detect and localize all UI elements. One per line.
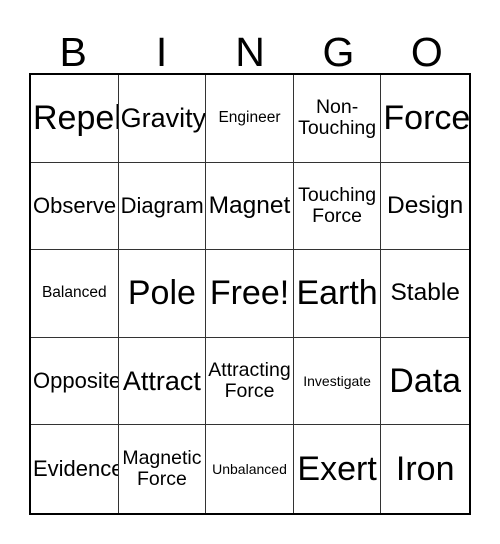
header-letter-o: O bbox=[410, 29, 443, 75]
bingo-cell-label: Diagram bbox=[120, 193, 204, 219]
bingo-cell-label: Iron bbox=[395, 449, 455, 488]
bingo-header-row: B I N G O bbox=[29, 18, 471, 73]
bingo-cell-r2-c3[interactable]: Magnet bbox=[206, 162, 294, 251]
bingo-cell-r4-c3[interactable]: Attracting Force bbox=[206, 337, 294, 426]
bingo-cell-label: Evidence bbox=[33, 456, 119, 482]
bingo-cell-r2-c1[interactable]: Observe bbox=[31, 162, 119, 251]
bingo-cell-r2-c4[interactable]: Touching Force bbox=[293, 162, 382, 251]
bingo-cell-label: Magnet bbox=[208, 191, 291, 219]
bingo-cell-label: Gravity bbox=[120, 102, 207, 133]
bingo-cell-label: Observe bbox=[33, 193, 117, 219]
bingo-cell-r5-c2[interactable]: Magnetic Force bbox=[118, 425, 207, 513]
bingo-grid: Repel Gravity Engineer Non- Touching Force Ob… bbox=[29, 73, 471, 515]
bingo-cell-r5-c5[interactable]: Iron bbox=[381, 425, 469, 513]
bingo-cell-label: Non- Touching bbox=[298, 96, 377, 140]
header-letter-n: N bbox=[235, 29, 265, 75]
bingo-cell-label: Attracting Force bbox=[208, 359, 291, 403]
bingo-cell-label: Data bbox=[389, 361, 462, 400]
bingo-cell-r1-c1[interactable]: Repel bbox=[31, 75, 119, 163]
header-letter-b: B bbox=[59, 29, 87, 75]
bingo-cell-r4-c5[interactable]: Data bbox=[381, 337, 469, 426]
bingo-cell-label: Design bbox=[387, 191, 464, 219]
bingo-cell-label: Free! bbox=[209, 274, 290, 313]
bingo-cell-label: Investigate bbox=[303, 372, 371, 389]
bingo-cell-label: Attract bbox=[122, 365, 201, 396]
bingo-cell-r1-c3[interactable]: Engineer bbox=[206, 75, 294, 163]
bingo-cell-label: Opposite bbox=[33, 368, 119, 394]
bingo-cell-r5-c4[interactable]: Exert bbox=[293, 425, 382, 513]
bingo-cell-r3-c1[interactable]: Balanced bbox=[31, 250, 119, 338]
bingo-cell-label: Pole bbox=[127, 274, 196, 313]
bingo-cell-label: Stable bbox=[390, 279, 460, 307]
bingo-cell-r3-c5[interactable]: Stable bbox=[381, 250, 469, 338]
bingo-cell-label: Force bbox=[383, 98, 469, 137]
bingo-cell-r2-c5[interactable]: Design bbox=[381, 162, 469, 251]
bingo-card: B I N G O Repel Gravity Engineer Non- Touch… bbox=[0, 0, 500, 544]
bingo-cell-label: Balanced bbox=[41, 284, 107, 302]
bingo-cell-r1-c2[interactable]: Gravity bbox=[118, 75, 207, 163]
bingo-cell-label: Unbalanced bbox=[212, 460, 287, 477]
bingo-cell-r3-c2[interactable]: Pole bbox=[118, 250, 207, 338]
bingo-cell-r5-c1[interactable]: Evidence bbox=[31, 425, 119, 513]
bingo-cell-label: Exert bbox=[297, 449, 377, 488]
bingo-cell-r1-c4[interactable]: Non- Touching bbox=[293, 75, 382, 163]
bingo-cell-label: Earth bbox=[296, 274, 378, 313]
header-letter-g: G bbox=[322, 29, 355, 75]
bingo-cell-r3-c3[interactable]: Free! bbox=[206, 250, 294, 338]
bingo-cell-r4-c2[interactable]: Attract bbox=[118, 337, 207, 426]
bingo-cell-label: Touching Force bbox=[298, 183, 377, 227]
bingo-cell-r3-c4[interactable]: Earth bbox=[293, 250, 382, 338]
bingo-cell-r4-c1[interactable]: Opposite bbox=[31, 337, 119, 426]
bingo-cell-label: Magnetic Force bbox=[122, 447, 202, 491]
bingo-cell-r5-c3[interactable]: Unbalanced bbox=[206, 425, 294, 513]
bingo-cell-r1-c5[interactable]: Force bbox=[381, 75, 469, 163]
bingo-cell-label: Engineer bbox=[218, 108, 281, 126]
header-letter-i: I bbox=[155, 29, 168, 75]
bingo-cell-r2-c2[interactable]: Diagram bbox=[118, 162, 207, 251]
bingo-cell-r4-c4[interactable]: Investigate bbox=[293, 337, 382, 426]
bingo-cell-label: Repel bbox=[33, 98, 119, 137]
